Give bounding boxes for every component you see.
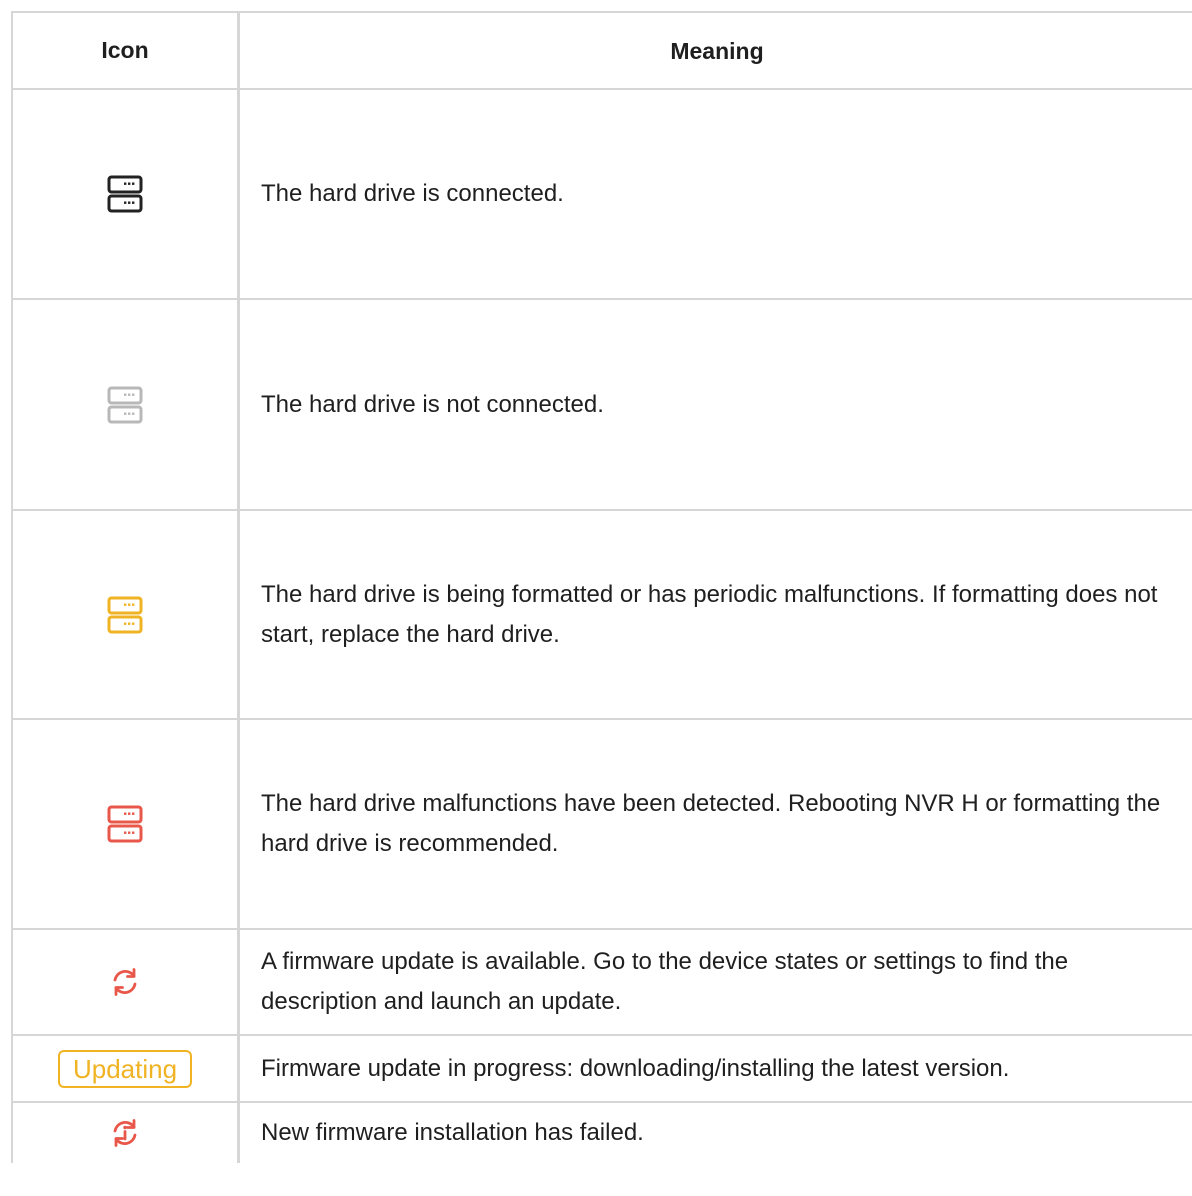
meaning-text: The hard drive is being formatted or has… bbox=[261, 580, 1158, 648]
icon-cell bbox=[13, 930, 240, 1034]
hard-drive-formatting-icon bbox=[107, 596, 143, 633]
table-row: The hard drive is not connected. bbox=[13, 300, 1192, 511]
hard-drive-connected-icon bbox=[107, 175, 143, 213]
meaning-text: A firmware update is available. Go to th… bbox=[261, 948, 1069, 1015]
header-meaning-column: Meaning bbox=[670, 37, 764, 64]
table-row: A firmware update is available. Go to th… bbox=[13, 930, 1192, 1036]
hard-drive-malfunction-icon bbox=[107, 805, 143, 843]
firmware-update-failed-icon bbox=[113, 1119, 137, 1147]
meaning-text: Firmware update in progress: downloading… bbox=[261, 1054, 1010, 1082]
meaning-text: The hard drive is connected. bbox=[261, 180, 564, 207]
hard-drive-not-connected-icon bbox=[107, 386, 143, 423]
table-row: New firmware installation has failed. bbox=[13, 1103, 1192, 1163]
table-row: The hard drive is connected. bbox=[13, 90, 1192, 300]
updating-badge: Updating bbox=[57, 1049, 193, 1088]
icon-cell bbox=[13, 1103, 240, 1163]
icon-meaning-table: Icon Meaning The hard drive is connected… bbox=[11, 11, 1192, 1163]
table-header-row: Icon Meaning bbox=[13, 13, 1192, 90]
meaning-text: The hard drive malfunctions have been de… bbox=[261, 790, 1161, 857]
icon-cell bbox=[13, 720, 240, 928]
icon-cell bbox=[13, 511, 240, 718]
icon-cell bbox=[13, 300, 240, 509]
table-row: The hard drive is being formatted or has… bbox=[13, 511, 1192, 720]
table-row: The hard drive malfunctions have been de… bbox=[13, 720, 1192, 930]
table-row: Updating Firmware update in progress: do… bbox=[13, 1036, 1192, 1103]
meaning-text: New firmware installation has failed. bbox=[261, 1119, 644, 1146]
header-icon-column: Icon bbox=[13, 13, 240, 88]
meaning-text: The hard drive is not connected. bbox=[261, 390, 604, 418]
icon-cell: Updating bbox=[13, 1036, 240, 1101]
icon-cell bbox=[13, 90, 240, 298]
firmware-update-available-icon bbox=[113, 968, 137, 996]
